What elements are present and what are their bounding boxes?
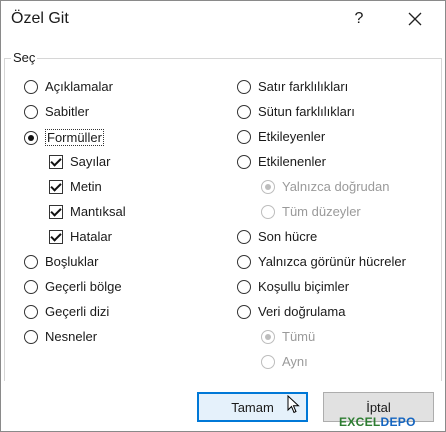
radio-label: Veri doğrulama	[258, 304, 346, 319]
radio-current-region[interactable]: Geçerli bölge	[24, 279, 122, 294]
radio-button[interactable]	[237, 154, 251, 169]
radio-validation-same: Aynı	[261, 354, 308, 369]
radio-validation-all: Tümü	[261, 329, 315, 344]
radio-button[interactable]	[24, 329, 38, 344]
check-numbers[interactable]: Sayılar	[49, 154, 110, 169]
radio-data-validation[interactable]: Veri doğrulama	[237, 304, 345, 319]
radio-current-array[interactable]: Geçerli dizi	[24, 304, 109, 319]
radio-label: Tüm düzeyler	[282, 204, 361, 219]
radio-button-disabled	[261, 179, 275, 194]
radio-comments[interactable]: Açıklamalar	[24, 79, 113, 94]
radio-label: Boşluklar	[45, 254, 99, 269]
watermark-logo: EXCELDEPO	[339, 415, 416, 429]
radio-label: Aynı	[282, 354, 308, 369]
radio-formulas[interactable]: Formüller	[24, 129, 104, 146]
radio-button[interactable]	[24, 79, 38, 94]
radio-button[interactable]	[237, 304, 251, 319]
radio-label: Sabitler	[45, 104, 90, 119]
radio-button[interactable]	[237, 279, 251, 294]
radio-label: Yalnızca görünür hücreler	[258, 254, 406, 269]
select-group-label: Seç	[11, 50, 38, 65]
radio-conditional-formats[interactable]: Koşullu biçimler	[237, 279, 349, 294]
watermark-part2: DEPO	[380, 415, 416, 429]
radio-button[interactable]	[24, 304, 38, 319]
radio-blanks[interactable]: Boşluklar	[24, 254, 98, 269]
radio-label: Satır farklılıkları	[258, 79, 349, 94]
radio-label: Yalnızca doğrudan	[282, 179, 390, 194]
radio-label: Geçerli bölge	[45, 279, 122, 294]
checkbox-checked[interactable]	[49, 179, 63, 194]
radio-label: Sütun farklılıkları	[258, 104, 355, 119]
check-errors[interactable]: Hatalar	[49, 229, 112, 244]
checkbox-checked[interactable]	[49, 229, 63, 244]
radio-last-cell[interactable]: Son hücre	[237, 229, 317, 244]
radio-label: Nesneler	[45, 329, 98, 344]
radio-button[interactable]	[237, 104, 251, 119]
radio-all-levels: Tüm düzeyler	[261, 204, 361, 219]
checkbox-label: Mantıksal	[70, 204, 126, 219]
dialog-title: Özel Git	[11, 10, 69, 27]
checkbox-label: Hatalar	[70, 229, 112, 244]
checkbox-label: Sayılar	[70, 154, 111, 169]
radio-button-disabled	[261, 204, 275, 219]
radio-button-selected[interactable]	[24, 130, 38, 145]
radio-button[interactable]	[237, 254, 251, 269]
radio-label: Açıklamalar	[45, 79, 113, 94]
check-logicals[interactable]: Mantıksal	[49, 204, 126, 219]
checkbox-label: Metin	[70, 179, 102, 194]
radio-column-differences[interactable]: Sütun farklılıkları	[237, 104, 355, 119]
radio-constants[interactable]: Sabitler	[24, 104, 89, 119]
radio-button[interactable]	[24, 254, 38, 269]
radio-label: Son hücre	[258, 229, 318, 244]
radio-button[interactable]	[24, 279, 38, 294]
radio-button[interactable]	[24, 104, 38, 119]
check-text[interactable]: Metin	[49, 179, 102, 194]
close-icon	[408, 12, 422, 26]
close-button[interactable]	[403, 7, 427, 31]
radio-button-disabled	[261, 354, 275, 369]
radio-label: Geçerli dizi	[45, 304, 110, 319]
radio-label: Koşullu biçimler	[258, 279, 350, 294]
help-button[interactable]: ?	[347, 7, 371, 31]
watermark-part1: EXCEL	[339, 415, 381, 429]
checkbox-checked[interactable]	[49, 154, 63, 169]
radio-label: Etkileyenler	[258, 129, 326, 144]
radio-label: Etkilenenler	[258, 154, 326, 169]
radio-button-disabled	[261, 329, 275, 344]
radio-button[interactable]	[237, 229, 251, 244]
radio-visible-cells-only[interactable]: Yalnızca görünür hücreler	[237, 254, 406, 269]
radio-precedents[interactable]: Etkileyenler	[237, 129, 325, 144]
radio-label: Tümü	[282, 329, 316, 344]
radio-button[interactable]	[237, 129, 251, 144]
radio-label: Formüller	[45, 129, 104, 146]
go-to-special-dialog: Özel Git ? Seç Açıklamalar Sabitler Form…	[0, 0, 446, 432]
radio-dependents[interactable]: Etkilenenler	[237, 154, 326, 169]
title-bar: Özel Git ?	[1, 1, 445, 39]
checkbox-checked[interactable]	[49, 204, 63, 219]
radio-objects[interactable]: Nesneler	[24, 329, 97, 344]
radio-button[interactable]	[237, 79, 251, 94]
radio-direct-only: Yalnızca doğrudan	[261, 179, 389, 194]
mouse-cursor-icon	[287, 395, 300, 414]
radio-row-differences[interactable]: Satır farklılıkları	[237, 79, 348, 94]
